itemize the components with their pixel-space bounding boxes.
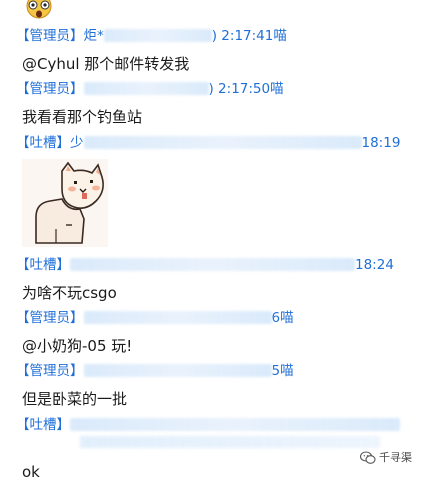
message-time: ) 2:17:50喵 — [208, 81, 284, 97]
wechat-logo-icon — [359, 451, 376, 464]
message-text[interactable]: 为啥不玩csgo — [22, 283, 117, 303]
message-text[interactable]: ok — [22, 462, 40, 478]
message-text[interactable]: @小奶狗-05 玩! — [22, 336, 132, 356]
shocked-face-emoji-icon — [26, 0, 52, 19]
message-text[interactable]: @Cyhul 那个邮件转发我 — [22, 54, 189, 74]
message-text[interactable]: 我看看那个钓鱼站 — [22, 107, 142, 127]
message-header: 【吐槽】 18:24 — [16, 256, 416, 274]
redacted-sender — [83, 363, 272, 377]
role-tag: 【管理员】 — [16, 81, 84, 97]
redacted-sender — [103, 28, 212, 42]
sender-name: 少 — [70, 135, 84, 151]
watermark: 千寻渠 — [359, 450, 412, 466]
redacted-sender — [83, 135, 362, 149]
redacted-sender — [70, 257, 355, 271]
watermark-label: 千寻渠 — [379, 451, 412, 464]
role-tag: 【吐槽】 — [16, 135, 70, 151]
role-tag: 【吐槽】 — [16, 417, 70, 433]
message-header: 【管理员】 5喵 — [16, 362, 416, 380]
role-tag: 【吐槽】 — [16, 257, 70, 273]
message-header: 【管理员】 ) 2:17:50喵 — [16, 80, 416, 98]
message-time: 18:24 — [355, 257, 394, 273]
role-tag: 【管理员】 — [16, 310, 84, 326]
message-text[interactable]: 但是卧菜的一批 — [22, 389, 127, 409]
sender-name: 炬* — [83, 28, 104, 44]
redacted-sender — [83, 81, 209, 95]
redacted-sender — [83, 310, 272, 324]
message-time: ) 2:17:41喵 — [211, 28, 287, 44]
message-time: 6喵 — [271, 310, 294, 326]
message-header: 【管理员】 6喵 — [16, 309, 416, 327]
message-header: 【吐槽】少 18:19 — [16, 134, 416, 152]
redacted-preview — [80, 436, 380, 448]
redacted-sender — [70, 417, 400, 431]
role-tag: 【管理员】 — [16, 28, 84, 44]
chat-log: 【管理员】炬*) 2:17:41喵 @Cyhul 那个邮件转发我 【管理员】) … — [0, 0, 423, 478]
message-header: 【管理员】炬* ) 2:17:41喵 — [16, 27, 416, 45]
message-header: 【吐槽】 — [16, 416, 416, 434]
message-time: 18:19 — [361, 135, 401, 151]
message-time: 5喵 — [271, 363, 294, 379]
role-tag: 【管理员】 — [16, 363, 84, 379]
cat-sticker-icon[interactable] — [22, 159, 108, 247]
